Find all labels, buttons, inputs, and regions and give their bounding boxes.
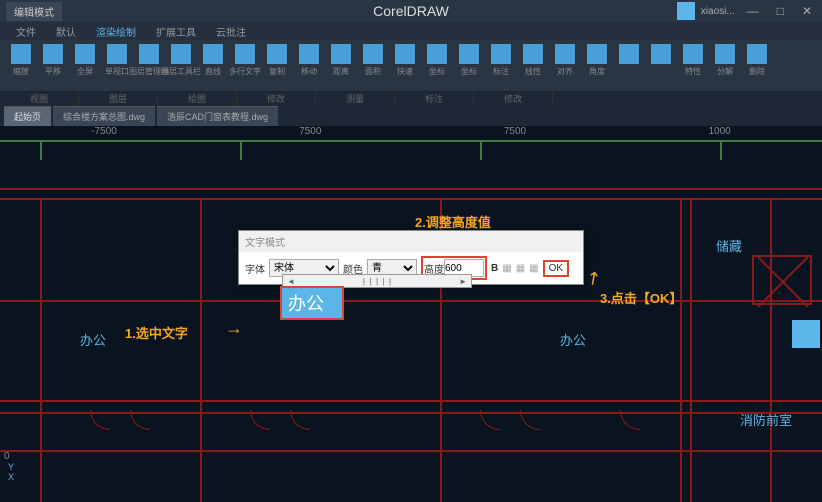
menu-file[interactable]: 文件 (6, 24, 46, 39)
room-label-storage: 储藏 (716, 236, 742, 255)
annotation-step2: 2.调整高度值 (415, 212, 491, 231)
bold-button[interactable]: B (491, 263, 498, 274)
title-bar: 编辑模式 CorelDRAW xiaosi... — □ ✕ (0, 0, 822, 22)
document-tabs: 起始页 综合楼方案总图.dwg 浩辰CAD门窗表教程.dwg (0, 106, 822, 126)
close-button[interactable]: ✕ (796, 4, 818, 18)
tool-6[interactable]: 直线 (198, 44, 228, 77)
ruler-top: -7500750075001000 (0, 126, 822, 140)
username[interactable]: xiaosi... (701, 6, 735, 17)
text-edit-box[interactable]: ◄| | | | |► 办公 (282, 274, 472, 318)
tool-12[interactable]: 快速 (390, 44, 420, 77)
maximize-button[interactable]: □ (771, 4, 790, 18)
app-title: CorelDRAW (373, 3, 449, 19)
font-label: 字体 (245, 261, 265, 276)
tool-16[interactable]: 线性 (518, 44, 548, 77)
tool-15[interactable]: 标注 (486, 44, 516, 77)
tool-4[interactable]: 图层管理器 (134, 44, 164, 77)
ok-button[interactable]: OK (543, 260, 569, 277)
menu-bar: 文件 默认 渲染绘制 扩展工具 云批注 (0, 22, 822, 40)
tool-5[interactable]: 图层工具栏 (166, 44, 196, 77)
menu-ext[interactable]: 扩展工具 (146, 24, 206, 39)
tool-11[interactable]: 面积 (358, 44, 388, 77)
tool-0[interactable]: 缩放 (6, 44, 36, 77)
menu-render[interactable]: 渲染绘制 (86, 24, 146, 39)
stair-symbol (752, 255, 812, 305)
tool-17[interactable]: 对齐 (550, 44, 580, 77)
format-icon-3[interactable]: ▦ (529, 263, 538, 274)
tab-doc-2[interactable]: 浩辰CAD门窗表教程.dwg (157, 106, 278, 126)
tool-10[interactable]: 距离 (326, 44, 356, 77)
annotation-step3: 3.点击【OK】 (600, 288, 682, 307)
room-label-office-1: 办公 (80, 330, 106, 349)
annotation-step1: 1.选中文字 (125, 323, 188, 342)
tool-13[interactable]: 坐标 (422, 44, 452, 77)
arrow-step1: → (225, 318, 243, 339)
dialog-title: 文字模式 (239, 231, 583, 252)
tool-20[interactable] (646, 44, 676, 66)
tool-19[interactable] (614, 44, 644, 66)
tab-home[interactable]: 起始页 (4, 106, 51, 126)
tool-7[interactable]: 多行文字 (230, 44, 260, 77)
tool-23[interactable]: 删除 (742, 44, 772, 77)
minimize-button[interactable]: — (741, 4, 765, 18)
tool-21[interactable]: 特性 (678, 44, 708, 77)
search-icon[interactable] (677, 2, 695, 20)
room-label-office-2: 办公 (560, 330, 586, 349)
format-icon-1[interactable]: ▦ (502, 263, 511, 274)
side-panel-icon[interactable] (792, 320, 820, 348)
text-edit-content[interactable]: 办公 (282, 288, 342, 318)
tab-doc-1[interactable]: 综合楼方案总图.dwg (53, 106, 155, 126)
tool-18[interactable]: 角度 (582, 44, 612, 77)
menu-default[interactable]: 默认 (46, 24, 86, 39)
menu-cloud[interactable]: 云批注 (206, 24, 256, 39)
tool-8[interactable]: 复制 (262, 44, 292, 77)
tool-1[interactable]: 平移 (38, 44, 68, 77)
tool-14[interactable]: 坐标 (454, 44, 484, 77)
drawing-content: 办公 办公 储藏 消防前室 (0, 140, 822, 502)
tool-2[interactable]: 全屏 (70, 44, 100, 77)
format-icon-2[interactable]: ▦ (516, 263, 525, 274)
room-label-fire: 消防前室 (740, 410, 792, 429)
ruler-left: 0 (4, 451, 10, 462)
tool-22[interactable]: 分解 (710, 44, 740, 77)
edit-mode-label: 编辑模式 (6, 2, 62, 21)
ribbon-groups: 视图图层绘图修改测量标注修改 (0, 92, 822, 106)
tool-3[interactable]: 单视口 (102, 44, 132, 77)
tool-9[interactable]: 移动 (294, 44, 324, 77)
text-ruler[interactable]: ◄| | | | |► (282, 274, 472, 288)
axis-indicator: YX (8, 462, 14, 482)
ribbon-toolbar: 缩放平移全屏单视口图层管理器图层工具栏直线多行文字复制移动距离面积快速坐标坐标标… (0, 40, 822, 92)
